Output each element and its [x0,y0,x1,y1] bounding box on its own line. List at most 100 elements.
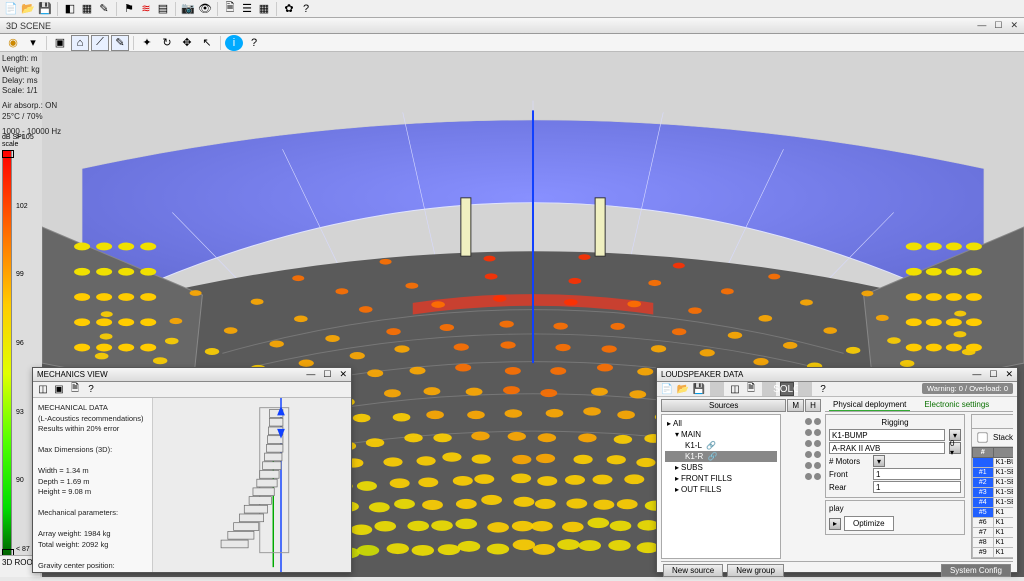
scene-window-controls: — ☐ ✕ [977,20,1018,31]
save-file-icon[interactable]: 💾 [38,2,52,16]
tab-physical-deployment[interactable]: Physical deployment [829,399,910,411]
source-tree[interactable]: ▸ All ▾ MAIN K1-L 🔗 K1-R 🔗 ▸ SUBS ▸ FRON… [661,414,781,559]
maximize-icon[interactable]: ☐ [989,369,997,380]
tree-item-frontfills[interactable]: ▸ FRONT FILLS [665,473,777,484]
mechanics-window[interactable]: MECHANICS VIEW —☐✕ ◫ ▣ 🗎 ? MECHANICAL DA… [32,367,352,573]
axes-icon[interactable]: ✦ [138,35,156,51]
front-input[interactable] [873,468,961,480]
rotate-icon[interactable]: ↻ [158,35,176,51]
loudspeaker-bottom-bar: New source New group System Config [661,561,1013,579]
doc-icon[interactable]: 🗎 [68,383,82,397]
tab-m[interactable]: M [787,399,804,412]
ruler-icon[interactable]: ⟋ [91,35,109,51]
scene-info: Length: m Weight: kg Delay: ms Scale: 1/… [2,54,61,138]
tree-item-all[interactable]: ▸ All [665,418,777,429]
warning-badge: Warning: 0 / Overload: 0 [922,383,1013,394]
spl-gradient [2,150,12,557]
arak-select[interactable] [829,442,945,454]
grid-icon[interactable]: ▦ [257,2,271,16]
camera-icon[interactable]: 📷 [181,2,195,16]
maximize-icon[interactable]: ☐ [323,369,331,380]
pan-icon[interactable]: ✥ [178,35,196,51]
source-dots [783,414,821,559]
info-absorp: Air absorp.: ON [2,101,61,112]
new-file-icon[interactable]: 📄 [4,2,18,16]
open-file-icon[interactable]: 📂 [21,2,35,16]
loudspeaker-title-bar[interactable]: LOUDSPEAKER DATA — ☐ ✕ [657,368,1017,382]
bumper-select[interactable] [829,429,945,441]
help-icon[interactable]: ? [84,383,98,397]
stacked-checkbox[interactable] [977,432,987,442]
stepper-icon[interactable]: 0 ▾ [949,442,961,454]
rear-input[interactable] [873,481,961,493]
solo-button[interactable]: SOLO [780,382,794,396]
tree-item-subs[interactable]: ▸ SUBS [665,462,777,473]
play-icon[interactable]: ▸ [829,518,841,530]
cursor-icon[interactable]: ↖ [198,35,216,51]
minimize-icon[interactable]: — [977,20,986,31]
home-icon[interactable]: ⌂ [71,35,89,51]
system-config-button[interactable]: System Config [941,564,1011,577]
scene-toolbar: ◉ ▾ ▣ ⌂ ⟋ ✎ ✦ ↻ ✥ ↖ i ? [0,34,1024,52]
tree-item-k1r[interactable]: K1-R 🔗 [665,451,777,462]
help-icon[interactable]: ? [816,382,830,396]
chart-icon[interactable]: ▤ [156,2,170,16]
info-weight: Weight: kg [2,65,61,76]
box-icon[interactable]: ▣ [51,35,69,51]
tree-item-main[interactable]: ▾ MAIN [665,429,777,440]
loudspeaker-window[interactable]: LOUDSPEAKER DATA — ☐ ✕ 📄 📂 💾 ◫ 🗎 SOLO ? Wa… [656,367,1018,573]
list-icon[interactable]: ☰ [240,2,254,16]
display-panel: play ▸ Optimize [825,500,965,535]
mechanics-data-panel: MECHANICAL DATA (L-Acoustics recommendat… [33,398,153,572]
info-length: Length: m [2,54,61,65]
info-scale: Scale: 1/1 [2,86,61,97]
minimize-icon[interactable]: — [972,369,981,380]
new-group-button[interactable]: New group [727,564,784,577]
mechanics-toolbar: ◫ ▣ 🗎 ? [33,382,351,398]
maximize-icon[interactable]: ☐ [994,20,1002,31]
info-icon[interactable]: i [225,35,243,51]
globe-icon[interactable]: ◉ [4,35,22,51]
cube-icon[interactable]: ▣ [52,383,66,397]
minimize-icon[interactable]: — [306,369,315,380]
doc-icon[interactable]: 🗎 [223,2,237,16]
tree-item-outfills[interactable]: ▸ OUT FILLS [665,484,777,495]
layers-icon[interactable]: ▦ [80,2,94,16]
scene-help-icon[interactable]: ? [245,35,263,51]
info-delay: Delay: ms [2,76,61,87]
mechanics-array-view[interactable] [153,398,351,572]
cube-icon[interactable]: ◫ [728,382,742,396]
info-temp: 25°C / 70% [2,112,61,123]
new-source-button[interactable]: New source [663,564,723,577]
scene-title-bar: 3D SCENE — ☐ ✕ [0,18,1024,34]
close-icon[interactable]: ✕ [339,369,347,380]
elements-table[interactable]: #TypeAngleH Opening K1-BUMP#1K1-SB_X0#2K… [972,447,1013,558]
close-icon[interactable]: ✕ [1010,20,1018,31]
save-icon[interactable]: 💾 [692,382,706,396]
rigging-panel: Rigging ▾ 0 ▾ # Motors▾ Front Rear [825,414,965,498]
doc-icon[interactable]: 🗎 [744,382,758,396]
edit-icon[interactable]: ✎ [97,2,111,16]
settings-icon[interactable]: ✿ [282,2,296,16]
mechanics-title-bar[interactable]: MECHANICS VIEW —☐✕ [33,368,351,382]
tab-h[interactable]: H [805,399,821,412]
eye-icon[interactable]: 👁 [198,2,212,16]
help-icon[interactable]: ? [299,2,313,16]
optimize-button[interactable]: Optimize [844,516,894,531]
close-icon[interactable]: ✕ [1005,369,1013,380]
cube-icon[interactable]: ◧ [63,2,77,16]
new-icon[interactable]: 📄 [660,382,674,396]
open-icon[interactable]: 📂 [676,382,690,396]
tab-sources[interactable]: Sources [661,399,786,412]
tree-item-k1l[interactable]: K1-L 🔗 [665,440,777,451]
cube-outline-icon[interactable]: ◫ [36,383,50,397]
wave-icon[interactable]: ≋ [139,2,153,16]
stepper-icon[interactable]: ▾ [873,455,885,467]
tab-electronic-settings[interactable]: Electronic settings [920,399,993,411]
spl-scale: dB SPL scale > 105 102 99 96 93 90 < 87 [2,134,36,553]
loudspeaker-title: LOUDSPEAKER DATA [661,370,743,379]
elements-panel: Elements Stacked # Enclosures ▾ #TypeAng… [971,414,1013,559]
pen-icon[interactable]: ✎ [111,35,129,51]
dropdown-icon[interactable]: ▾ [24,35,42,51]
flag-icon[interactable]: ⚑ [122,2,136,16]
